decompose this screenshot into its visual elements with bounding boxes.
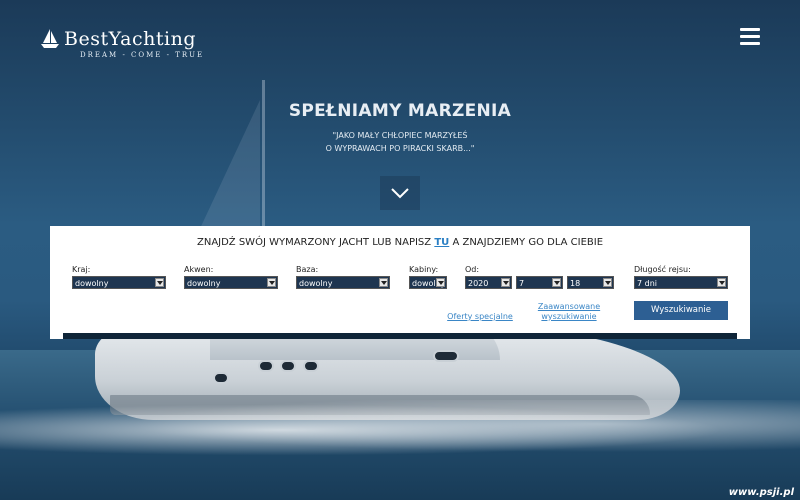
- base-select[interactable]: dowolny: [296, 276, 390, 289]
- hero-title: SPEŁNIAMY MARZENIA: [288, 101, 512, 121]
- special-offers-link[interactable]: Oferty specjalne: [443, 312, 517, 322]
- base-label: Baza:: [296, 265, 319, 274]
- brand-name: BestYachting: [64, 28, 196, 50]
- search-button[interactable]: Wyszukiwanie: [634, 301, 728, 320]
- area-select[interactable]: dowolny: [184, 276, 278, 289]
- dropdown-caret-icon: [603, 278, 612, 287]
- hero-quote-line: O WYPRAWACH PO PIRACKI SKARB...": [325, 144, 475, 153]
- contact-link[interactable]: TU: [434, 237, 449, 248]
- hamburger-icon: [740, 42, 760, 45]
- base-value: dowolny: [299, 279, 333, 288]
- wake-foam: [0, 400, 800, 460]
- date-from-field: Od: 2020 7 18: [465, 265, 614, 289]
- porthole: [280, 360, 296, 372]
- dropdown-caret-icon: [501, 278, 510, 287]
- hamburger-icon: [740, 35, 760, 38]
- search-panel: ZNAJDŹ SWÓJ WYMARZONY JACHT LUB NAPISZ T…: [50, 226, 750, 339]
- advanced-search-link[interactable]: Zaawansowane wyszukiwanie: [526, 302, 612, 322]
- cabins-select[interactable]: dowolny: [409, 276, 447, 289]
- porthole: [433, 350, 459, 362]
- brand-tagline: DREAM - COME - TRUE: [80, 51, 205, 59]
- scroll-down-button[interactable]: [380, 176, 420, 210]
- menu-button[interactable]: [740, 28, 760, 46]
- dropdown-caret-icon: [155, 278, 164, 287]
- country-field: Kraj: dowolny: [72, 265, 166, 289]
- date-from-label: Od:: [465, 265, 480, 274]
- year-select[interactable]: 2020: [465, 276, 512, 289]
- hero-quote: "JAKO MAŁY CHŁOPIEC MARZYŁEŚ O WYPRAWACH…: [0, 129, 800, 155]
- country-select[interactable]: dowolny: [72, 276, 166, 289]
- dropdown-caret-icon: [436, 278, 445, 287]
- area-label: Akwen:: [184, 265, 214, 274]
- dropdown-caret-icon: [552, 278, 561, 287]
- porthole: [213, 372, 229, 384]
- cabins-label: Kabiny:: [409, 265, 439, 274]
- dropdown-caret-icon: [267, 278, 276, 287]
- dropdown-caret-icon: [717, 278, 726, 287]
- chevron-down-icon: [391, 188, 409, 199]
- search-title-text: ZNAJDŹ SWÓJ WYMARZONY JACHT LUB NAPISZ: [196, 237, 435, 248]
- advanced-search-line: wyszukiwanie: [541, 312, 597, 321]
- watermark: www.psji.pl: [728, 487, 794, 498]
- area-field: Akwen: dowolny: [184, 265, 278, 289]
- year-value: 2020: [468, 279, 489, 288]
- base-field: Baza: dowolny: [296, 265, 390, 289]
- advanced-search-line: Zaawansowane: [537, 302, 601, 311]
- country-value: dowolny: [75, 279, 109, 288]
- porthole: [303, 360, 319, 372]
- duration-value: 7 dni: [637, 279, 658, 288]
- day-value: 18: [570, 279, 581, 288]
- search-panel-title: ZNAJDŹ SWÓJ WYMARZONY JACHT LUB NAPISZ T…: [50, 237, 750, 248]
- panel-bottom-bar: [63, 333, 737, 339]
- hero-quote-line: "JAKO MAŁY CHŁOPIEC MARZYŁEŚ: [332, 131, 468, 140]
- sailboat-icon: [41, 29, 59, 48]
- country-label: Kraj:: [72, 265, 91, 274]
- month-select[interactable]: 7: [516, 276, 563, 289]
- duration-field: Długość rejsu: 7 dni: [634, 265, 728, 289]
- hamburger-icon: [740, 28, 760, 31]
- day-select[interactable]: 18: [567, 276, 614, 289]
- area-value: dowolny: [187, 279, 221, 288]
- cabins-field: Kabiny: dowolny: [409, 265, 447, 289]
- brand-logo[interactable]: BestYachting DREAM - COME - TRUE: [40, 28, 204, 59]
- search-title-text: A ZNAJDZIEMY GO DLA CIEBIE: [449, 237, 604, 248]
- dropdown-caret-icon: [379, 278, 388, 287]
- duration-select[interactable]: 7 dni: [634, 276, 728, 289]
- porthole: [258, 360, 274, 372]
- duration-label: Długość rejsu:: [634, 265, 691, 274]
- month-value: 7: [519, 279, 525, 288]
